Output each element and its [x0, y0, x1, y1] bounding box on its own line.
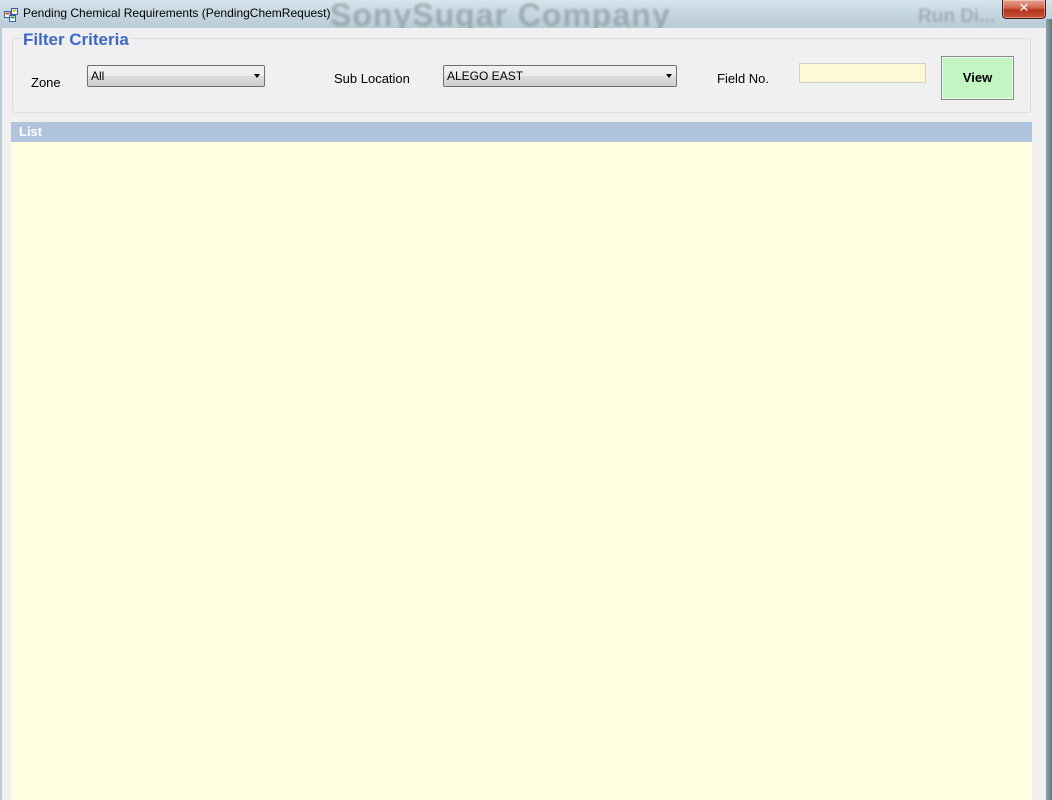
background-window-text: SonySugar Company [330, 0, 671, 28]
window-frame-left [0, 28, 2, 800]
sub-location-label: Sub Location [334, 71, 410, 86]
chevron-down-icon [254, 74, 260, 78]
filter-criteria-title: Filter Criteria [22, 30, 130, 50]
zone-dropdown[interactable]: All [87, 65, 265, 87]
zone-selected-value: All [91, 69, 105, 83]
view-button[interactable]: View [941, 56, 1014, 100]
window-title: Pending Chemical Requirements (PendingCh… [23, 6, 331, 20]
background-window-text-right: Run Di... [918, 6, 996, 27]
sub-location-selected-value: ALEGO EAST [447, 69, 524, 83]
close-button[interactable]: ✕ [1002, 0, 1046, 19]
zone-label: Zone [31, 75, 61, 90]
sub-location-dropdown[interactable]: ALEGO EAST [443, 65, 677, 87]
list-header: List [11, 122, 1032, 142]
close-icon: ✕ [1018, 1, 1030, 16]
field-no-label: Field No. [717, 71, 770, 86]
chevron-down-icon [666, 74, 672, 78]
window-frame-right [1046, 19, 1052, 800]
app-window: SonySugar Company Run Di... Pending Chem… [0, 0, 1052, 800]
field-no-input[interactable] [799, 63, 926, 83]
title-bar[interactable]: SonySugar Company Run Di... Pending Chem… [0, 0, 1052, 28]
results-list[interactable] [11, 142, 1032, 800]
app-form-icon [4, 7, 18, 22]
